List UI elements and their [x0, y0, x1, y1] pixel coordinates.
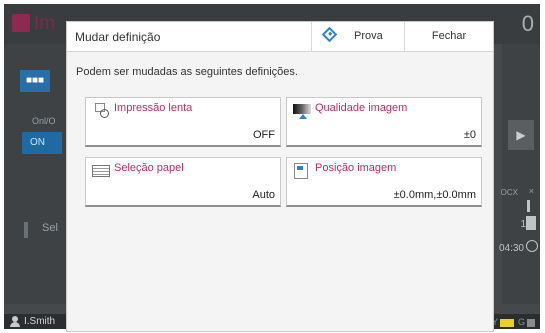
status-bar-icon [527, 200, 530, 212]
left-panel: ■■■ Onl/O ON Sel [4, 44, 66, 304]
close-button[interactable]: Fechar [404, 22, 493, 51]
slow-print-tile[interactable]: Impressão lenta OFF [85, 97, 281, 147]
change-settings-dialog: Mudar definição Prova Fechar Podem ser m… [66, 21, 494, 332]
user-icon [10, 316, 20, 327]
mode-badge[interactable]: ■■■ [20, 70, 50, 92]
proof-icon [321, 26, 338, 43]
counter-display: 0 [521, 11, 534, 36]
ink-y-swatch [500, 318, 515, 327]
image-position-tile[interactable]: Posição imagem ±0.0mm,±0.0mm [286, 157, 482, 207]
right-panel: ▶ OCX × 1 04:30 [498, 44, 540, 329]
slow-print-label: Impressão lenta [114, 102, 193, 114]
proof-button[interactable]: Prova [311, 22, 404, 51]
dialog-header: Mudar definição Prova Fechar [67, 22, 493, 52]
image-quality-value: ±0 [463, 129, 476, 141]
user-name[interactable]: I.Smith [24, 316, 55, 327]
image-quality-icon [293, 103, 311, 119]
online-toggle[interactable]: ON [22, 132, 62, 154]
proof-label: Prova [354, 30, 383, 42]
dialog-title: Mudar definição [75, 30, 161, 44]
clock-icon [526, 240, 538, 252]
ink-level-g: G [518, 317, 536, 327]
online-label: Onl/O [32, 116, 56, 126]
image-position-label: Posição imagem [315, 162, 397, 174]
image-position-value: ±0.0mm,±0.0mm [393, 189, 476, 201]
start-button[interactable]: ▶ [508, 120, 534, 150]
app-logo-icon [12, 14, 30, 32]
slow-print-icon [92, 103, 110, 119]
paper-selection-label: Seleção papel [114, 162, 184, 174]
close-icon[interactable]: × [529, 186, 534, 196]
ink-g-swatch [527, 318, 536, 327]
paper-selection-value: Auto [252, 189, 275, 201]
slow-print-value: OFF [253, 129, 275, 141]
app-title: Im [34, 13, 56, 34]
image-quality-tile[interactable]: Qualidade imagem ±0 [286, 97, 482, 147]
paper-tray-icon [92, 163, 110, 179]
image-position-icon [293, 163, 311, 179]
dialog-message: Podem ser mudadas as seguintes definiçõe… [76, 66, 298, 78]
document-label: OCX [500, 188, 518, 197]
ink-level-y: Y [492, 317, 515, 327]
time-display: 04:30 [498, 243, 524, 254]
image-quality-label: Qualidade imagem [315, 102, 408, 114]
select-label: Sel [42, 222, 58, 234]
paper-selection-tile[interactable]: Seleção papel Auto [85, 157, 281, 207]
document-icon [526, 216, 536, 230]
